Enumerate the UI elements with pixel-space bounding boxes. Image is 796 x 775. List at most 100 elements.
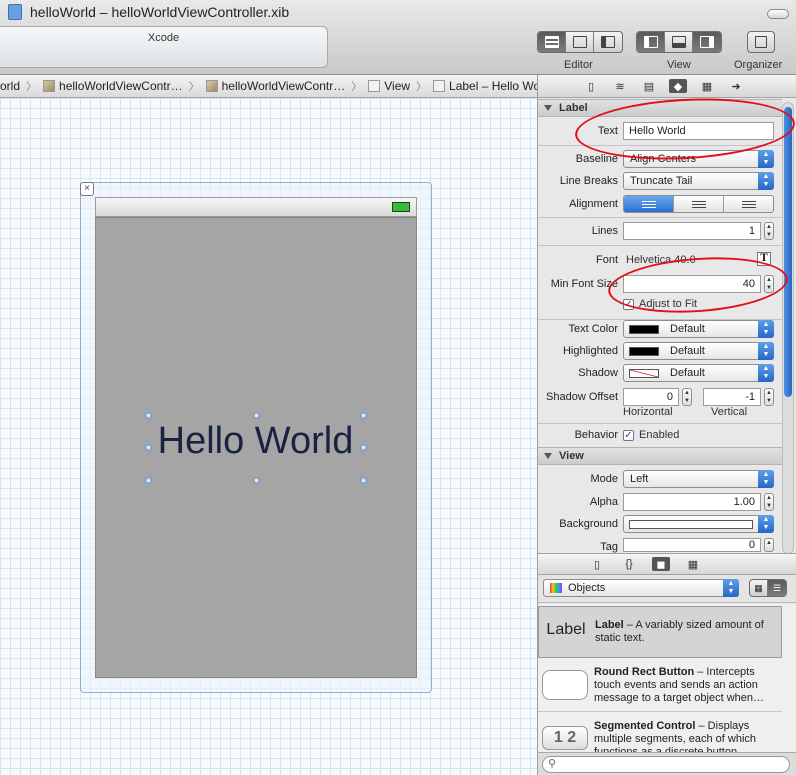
icon-view-button[interactable]: ▦ — [750, 580, 768, 596]
version-editor-button[interactable] — [594, 32, 622, 52]
assistant-editor-icon — [572, 36, 587, 48]
horizontal-caption: Horizontal — [623, 406, 673, 418]
list-item[interactable]: Label Label – A variably sized amount of… — [538, 606, 782, 658]
inspector-scrollbar[interactable] — [782, 102, 794, 554]
file-template-library-icon[interactable]: ▯ — [588, 557, 606, 571]
xib-file-icon — [205, 80, 218, 92]
label-object-icon — [433, 80, 446, 92]
standard-editor-button[interactable] — [538, 32, 566, 52]
chevron-right-icon: 〉 — [351, 81, 363, 93]
tag-field[interactable]: 0 — [623, 538, 761, 552]
list-view-button[interactable]: ☰ — [768, 580, 786, 596]
alpha-field[interactable]: 1.00 — [623, 493, 761, 511]
view-controller-frame[interactable]: × Hello World — [80, 182, 432, 693]
highlighted-color-popup[interactable]: Default ▲ ▼ — [623, 342, 774, 360]
popup-arrows-icon: ▲ ▼ — [758, 150, 774, 168]
jumpbar-item-xib-2[interactable]: helloWorldViewContr… — [202, 79, 350, 93]
list-item[interactable]: 1 2 Segmented Control – Displays multipl… — [538, 714, 782, 752]
resize-handle[interactable] — [253, 412, 260, 419]
library-tabs: ▯ {} ◼ ▦ — [538, 553, 796, 575]
align-right-button[interactable] — [724, 196, 773, 212]
background-color-popup[interactable]: ▲ ▼ — [623, 515, 774, 533]
background-label: Background — [559, 518, 618, 530]
tag-stepper[interactable]: ▲ — [764, 538, 774, 552]
organizer-button[interactable] — [747, 31, 775, 53]
resize-handle[interactable] — [360, 477, 367, 484]
divider — [538, 245, 782, 246]
shadow-horizontal-stepper[interactable]: ▲ ▼ — [682, 388, 692, 406]
list-item[interactable]: Round Rect Button – Intercepts touch eve… — [538, 660, 782, 712]
toolbar-toggle-button[interactable] — [767, 9, 789, 19]
align-left-button[interactable] — [624, 196, 674, 212]
disclosure-triangle-icon — [544, 453, 552, 459]
popup-arrows-icon: ▲ ▼ — [723, 579, 739, 597]
text-color-label: Text Color — [568, 323, 618, 335]
utilities-toggle-button[interactable] — [693, 32, 721, 52]
navigator-toggle-button[interactable] — [637, 32, 665, 52]
library-search-bar: ⚲ — [538, 752, 796, 775]
popup-arrows-icon: ▲ ▼ — [758, 320, 774, 338]
assistant-editor-button[interactable] — [566, 32, 594, 52]
size-inspector-icon[interactable]: ▦ — [698, 79, 716, 93]
xib-file-icon — [43, 80, 56, 92]
resize-handle[interactable] — [253, 477, 260, 484]
color-swatch — [629, 325, 659, 334]
vertical-caption: Vertical — [711, 406, 748, 418]
editor-label: Editor — [564, 59, 593, 71]
library-search-input[interactable]: ⚲ — [542, 756, 790, 773]
highlighted-label: Highlighted — [562, 345, 618, 357]
identity-inspector-icon[interactable]: ▤ — [640, 79, 658, 93]
resize-handle[interactable] — [145, 412, 152, 419]
shadow-vertical-field[interactable]: -1 — [703, 388, 761, 406]
resize-handle[interactable] — [360, 412, 367, 419]
debug-area-toggle-button[interactable] — [665, 32, 693, 52]
object-library-icon[interactable]: ◼ — [652, 557, 670, 571]
alpha-label: Alpha — [589, 496, 618, 508]
label-thumbnail: Label — [546, 621, 586, 638]
library-view-mode[interactable]: ▦ ☰ — [749, 579, 787, 597]
lines-label: Lines — [591, 225, 618, 237]
line-breaks-popup[interactable]: Truncate Tail ▲ ▼ — [623, 172, 774, 190]
text-color-popup[interactable]: Default ▲ ▼ — [623, 320, 774, 338]
main-view[interactable]: Hello World — [95, 217, 417, 678]
lines-field[interactable]: 1 — [623, 222, 761, 240]
simulated-status-bar — [95, 197, 417, 217]
quick-help-icon[interactable]: ≋ — [611, 79, 629, 93]
media-library-icon[interactable]: ▦ — [684, 557, 702, 571]
alignment-segmented-control[interactable] — [623, 195, 774, 213]
close-icon[interactable]: × — [80, 182, 94, 196]
object-library-list[interactable]: Label Label – A variably sized amount of… — [538, 604, 796, 752]
connections-inspector-icon[interactable]: ➜ — [727, 79, 745, 93]
inspector-scroll-thumb[interactable] — [784, 107, 792, 397]
interface-builder-canvas[interactable]: × Hello World — [0, 98, 537, 775]
view-section-header[interactable]: View — [538, 447, 782, 465]
jumpbar-item-xib[interactable]: helloWorldViewContr… — [39, 79, 187, 93]
shadow-color-popup[interactable]: Default ▲ ▼ — [623, 364, 774, 382]
shadow-horizontal-field[interactable]: 0 — [623, 388, 679, 406]
lines-stepper[interactable]: ▲ ▼ — [764, 222, 774, 240]
jumpbar-item-view[interactable]: View — [364, 79, 414, 93]
resize-handle[interactable] — [360, 444, 367, 451]
mode-popup[interactable]: Left ▲ ▼ — [623, 470, 774, 488]
view-segmented-control[interactable] — [636, 31, 722, 53]
align-center-button[interactable] — [674, 196, 724, 212]
file-inspector-icon[interactable]: ▯ — [582, 79, 600, 93]
alpha-stepper[interactable]: ▲ ▼ — [764, 493, 774, 511]
shadow-vertical-stepper[interactable]: ▲ ▼ — [764, 388, 774, 406]
library-filter-popup[interactable]: Objects ▲ ▼ — [543, 579, 739, 597]
jumpbar-item-project[interactable]: orld — [0, 79, 24, 93]
editor-segmented-control[interactable] — [537, 31, 623, 53]
enabled-checkbox[interactable]: ✓ — [623, 430, 634, 441]
window-toolbar: helloWorld – helloWorldViewController.xi… — [0, 0, 796, 75]
library-filter-bar: Objects ▲ ▼ ▦ ☰ — [538, 575, 796, 603]
shadow-label: Shadow — [578, 367, 618, 379]
chevron-right-icon: 〉 — [416, 81, 428, 93]
window-title: helloWorld – helloWorldViewController.xi… — [30, 4, 290, 20]
resize-handle[interactable] — [145, 444, 152, 451]
jumpbar-item-label[interactable]: Label – Hello World — [429, 79, 537, 93]
attributes-inspector-icon[interactable]: ◆ — [669, 79, 687, 93]
hello-world-label[interactable]: Hello World — [148, 415, 363, 467]
code-snippet-library-icon[interactable]: {} — [620, 557, 638, 571]
chevron-right-icon: 〉 — [26, 81, 38, 93]
resize-handle[interactable] — [145, 477, 152, 484]
